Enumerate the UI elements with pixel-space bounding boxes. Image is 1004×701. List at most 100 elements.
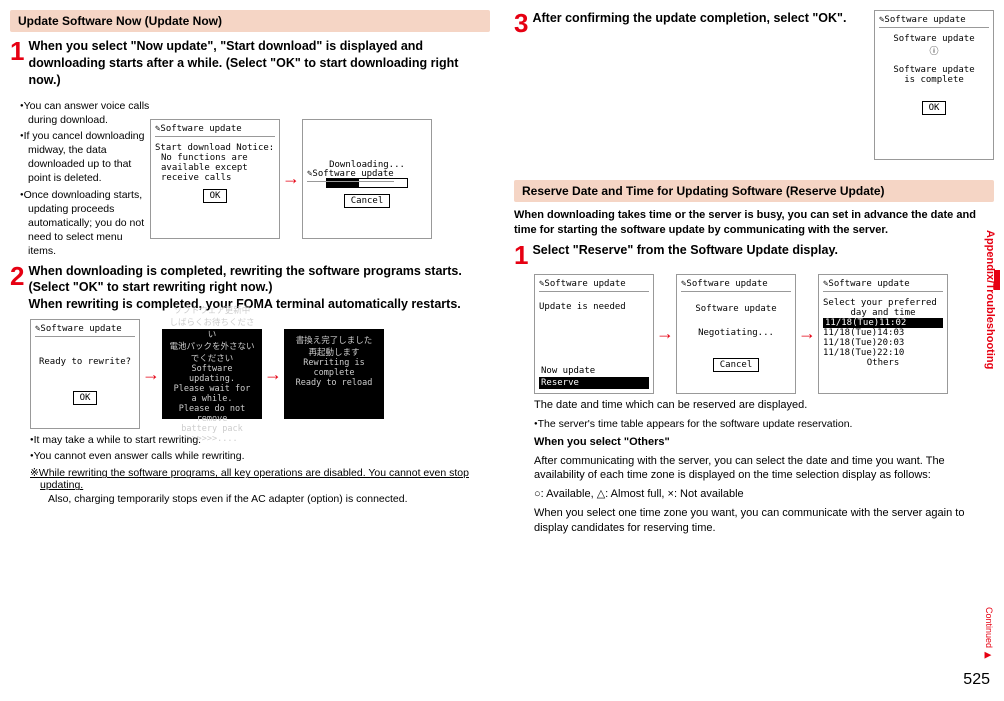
screen-line: Software update: [695, 304, 776, 314]
time-option[interactable]: Others: [823, 358, 943, 368]
bullet: If you cancel downloading midway, the da…: [20, 129, 150, 186]
screen-line: Downloading...: [329, 160, 405, 170]
step-number: 1: [514, 242, 528, 268]
screen-title: Software update: [35, 324, 135, 337]
screen-select-time: Software update Select your preferred da…: [818, 274, 948, 394]
screen-line: でください: [169, 352, 255, 364]
screen-line: Software update: [893, 65, 974, 75]
bullets-step1: You can answer voice calls during downlo…: [20, 99, 150, 259]
screen-line: day and time: [823, 308, 943, 318]
availability-legend: ○: Available, △: Almost full, ×: Not ava…: [534, 487, 994, 502]
body-text: After communicating with the server, you…: [534, 454, 994, 484]
screen-line: Start download Notice:: [155, 143, 274, 153]
continued-label: Continued ▶: [984, 607, 994, 661]
info-icon: ⓘ: [929, 44, 938, 57]
arrow-icon: →: [656, 323, 674, 344]
screen-line: Software updating.: [169, 364, 255, 384]
screen-title: Software update: [823, 279, 943, 292]
note-line: Also, charging temporarily stops even if…: [30, 493, 490, 505]
screens-row-1: Software update Start download Notice: N…: [150, 99, 432, 259]
left-column: Update Software Now (Update Now) 1 When …: [10, 10, 490, 691]
bullets-post: It may take a while to start rewriting. …: [30, 433, 490, 463]
step-1-reserve: 1 Select "Reserve" from the Software Upd…: [514, 242, 994, 268]
screen-negotiating: Software update Software update Negotiat…: [676, 274, 796, 394]
time-option-selected[interactable]: 11/18(Tue)11:02: [823, 318, 943, 328]
section-header-reserve: Reserve Date and Time for Updating Softw…: [514, 180, 994, 202]
screen-line: Please do not remove: [169, 404, 255, 424]
screen-line: available except: [155, 163, 248, 173]
step-number: 3: [514, 10, 528, 36]
menu-item[interactable]: Now update: [539, 365, 649, 377]
menu-item-selected[interactable]: Reserve: [539, 377, 649, 389]
ok-button[interactable]: OK: [73, 391, 98, 405]
screen-line: Ready to reload: [291, 378, 377, 388]
arrow-icon: →: [142, 364, 160, 385]
screen-downloading: Software update Downloading... Cancel: [302, 119, 432, 239]
screen-line: No functions are: [155, 153, 248, 163]
page-number: 525: [963, 671, 990, 689]
screens-row-reserve: Software update Update is needed Now upd…: [534, 274, 994, 394]
screen-updating-dark: ソフトウェア更新中 しばらくお待ちください 電池パックを外さない でください S…: [162, 329, 262, 419]
side-tab-marker: [994, 270, 1000, 290]
screen-title: Software update: [155, 124, 275, 137]
screens-row-2: Software update Ready to rewrite? OK → ソ…: [30, 319, 490, 429]
screen-title: Software update: [681, 279, 791, 292]
step-text: Select "Reserve" from the Software Updat…: [532, 242, 994, 268]
bullet: Once downloading starts, updating procee…: [20, 188, 150, 259]
screen-line: receive calls: [155, 173, 231, 183]
section-header-update-now: Update Software Now (Update Now): [10, 10, 490, 32]
screen-line: is complete: [904, 75, 964, 85]
bullet: You can answer voice calls during downlo…: [20, 99, 150, 127]
screen-line: Negotiating...: [698, 328, 774, 338]
screen-line: Please wait for a while.: [169, 384, 255, 404]
screen-title: Software update: [539, 279, 649, 292]
subheading: When you select "Others": [534, 435, 994, 450]
screen-update-complete: Software update Software update ⓘ Softwa…: [874, 10, 994, 160]
bullet: The server's time table appears for the …: [534, 417, 994, 431]
intro-text: When downloading takes time or the serve…: [514, 208, 994, 238]
screen-line: しばらくお待ちください: [169, 316, 255, 340]
step1-area: 1 When you select "Now update", "Start d…: [10, 38, 490, 263]
time-option[interactable]: 11/18(Tue)14:03: [823, 328, 943, 338]
body-text: The date and time which can be reserved …: [534, 398, 994, 413]
side-tab: Appendix/Troubleshooting: [984, 230, 996, 369]
screen-title: Software update: [879, 15, 989, 28]
screen-line: Select your preferred: [823, 298, 943, 308]
screen-update-needed: Software update Update is needed Now upd…: [534, 274, 654, 394]
screen-line: 電池パックを外さない: [169, 340, 255, 352]
note-star: ※While rewriting the software programs, …: [30, 467, 490, 505]
cancel-button[interactable]: Cancel: [713, 358, 760, 372]
screen-line: Ready to rewrite?: [39, 357, 131, 367]
step-number: 2: [10, 263, 24, 314]
cancel-button[interactable]: Cancel: [344, 194, 391, 208]
screen-line: Software update: [893, 34, 974, 44]
screen-line: 書換え完了しました: [291, 334, 377, 346]
step-text: When downloading is completed, rewriting…: [28, 263, 490, 314]
ok-button[interactable]: OK: [203, 189, 228, 203]
ok-button[interactable]: OK: [922, 101, 947, 115]
arrow-icon: →: [264, 364, 282, 385]
screen-start-download: Software update Start download Notice: N…: [150, 119, 280, 239]
screen-line: Rewriting is complete: [291, 358, 377, 378]
arrow-icon: →: [282, 168, 300, 189]
screen-line: Update is needed: [539, 302, 626, 312]
body-text: When you select one time zone you want, …: [534, 506, 994, 536]
arrow-icon: →: [798, 323, 816, 344]
screen-line: ソフトウェア更新中: [169, 304, 255, 316]
screen-title: Software update: [307, 169, 394, 182]
right-column: 3 After confirming the update completion…: [514, 10, 994, 691]
page: Update Software Now (Update Now) 1 When …: [10, 10, 994, 691]
time-option[interactable]: 11/18(Tue)22:10: [823, 348, 943, 358]
screen-line: 再起動します: [291, 346, 377, 358]
bullet: It may take a while to start rewriting.: [30, 433, 490, 447]
step-3: 3 After confirming the update completion…: [514, 10, 874, 36]
screen-ready-rewrite: Software update Ready to rewrite? OK: [30, 319, 140, 429]
step-text: When you select "Now update", "Start dow…: [28, 38, 490, 89]
bullets-reserve: The server's time table appears for the …: [534, 417, 994, 431]
step-1: 1 When you select "Now update", "Start d…: [10, 38, 490, 89]
time-option[interactable]: 11/18(Tue)20:03: [823, 338, 943, 348]
screen-complete-dark: 書換え完了しました 再起動します Rewriting is complete R…: [284, 329, 384, 419]
step-text: After confirming the update completion, …: [532, 10, 874, 36]
step-number: 1: [10, 38, 24, 89]
bullet: You cannot even answer calls while rewri…: [30, 449, 490, 463]
